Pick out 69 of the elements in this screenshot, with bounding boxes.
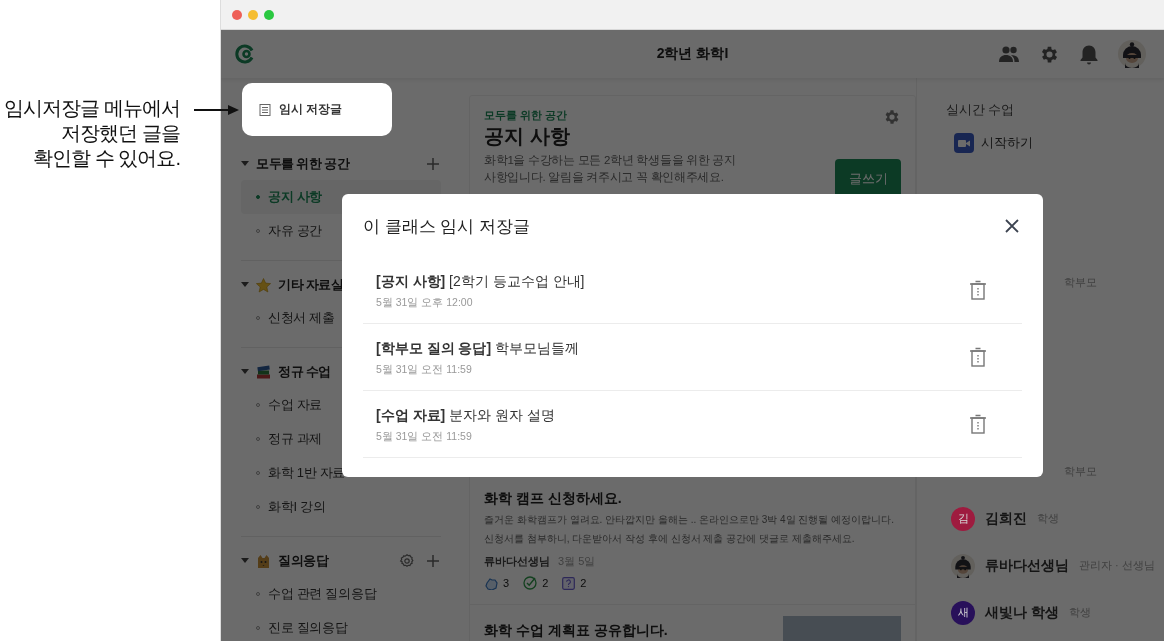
settings-icon[interactable] (883, 108, 901, 126)
page-title: 2학년 화학I (656, 45, 729, 61)
draft-title: [수업 자료] 분자와 원자 설명 (376, 406, 556, 425)
post-author: 류바다선생님 (484, 554, 550, 569)
post-title[interactable]: 화학 수업 계획표 공유합니다. (484, 620, 783, 640)
books-icon (256, 364, 271, 380)
check-circle-icon[interactable] (523, 576, 538, 590)
reaction-count: 2 (542, 577, 549, 589)
draft-title: [학부모 질의 응답] 학부모님들께 (376, 339, 580, 358)
sidebar-item[interactable]: 진로 질의응답 (241, 611, 441, 641)
animal-face-icon (256, 553, 271, 569)
settings-icon[interactable] (399, 553, 415, 569)
member-name: 새빛나 학생 (985, 603, 1059, 622)
annotation-text: 저장했던 글을 (61, 121, 180, 146)
sidebar-item[interactable]: 화학I 강의 (241, 490, 441, 524)
logo-icon[interactable] (235, 44, 255, 64)
reaction-count: 3 (503, 577, 510, 589)
question-box-icon[interactable] (562, 576, 576, 590)
member-name: 류바다선생님 (985, 556, 1069, 575)
space-label: 모두를 위한 공간 (484, 108, 568, 122)
delete-button[interactable] (969, 414, 987, 434)
window-maximize-button[interactable] (264, 9, 274, 20)
draft-row[interactable]: [수업 자료] 분자와 원자 설명 5월 31일 오전 11:59 (363, 391, 1022, 458)
document-icon (259, 103, 271, 116)
collapse-caret-icon[interactable] (241, 282, 249, 288)
member-avatar: 새 (951, 600, 975, 625)
section-title[interactable]: 질의응답 (278, 552, 328, 570)
member-avatar: 김 (951, 506, 975, 531)
draft-title: [공지 사항] [2학기 등교수업 안내] (376, 272, 586, 291)
star-icon (256, 277, 271, 293)
collapse-caret-icon[interactable] (241, 558, 249, 564)
delete-button[interactable] (969, 280, 987, 300)
add-icon[interactable] (427, 555, 439, 567)
start-live-button[interactable]: 시작하기 (954, 123, 1033, 163)
draft-date: 5월 31일 오전 11:59 (376, 362, 473, 376)
window-close-button[interactable] (232, 9, 242, 20)
board-description: 화학1을 수강하는 모든 2학년 학생들을 위한 공지 사항입니다. 알림을 켜주시고 꼭 확인해주세요. (484, 153, 737, 185)
section-title[interactable]: 정규 수업 (278, 363, 331, 381)
profile-avatar-icon[interactable] (1118, 40, 1146, 68)
drafts-menu-item[interactable]: 임시 저장글 (242, 83, 392, 136)
board-title: 공지 사항 (484, 124, 571, 149)
section-title[interactable]: 모두를 위한 공간 (256, 155, 350, 173)
add-icon[interactable] (427, 158, 439, 170)
annotation-text: 임시저장글 메뉴에서 (4, 96, 180, 121)
draft-row[interactable]: [공지 사항] [2학기 등교수업 안내] 5월 31일 오후 12:00 (363, 257, 1022, 324)
modal-title: 이 클래스 임시 저장글 (363, 215, 531, 238)
arrow (194, 104, 240, 116)
draft-date: 5월 31일 오전 11:59 (376, 429, 473, 443)
video-camera-icon (954, 133, 974, 153)
people-icon[interactable] (998, 45, 1020, 63)
draft-row[interactable]: [학부모 질의 응답] 학부모님들께 5월 31일 오전 11:59 (363, 324, 1022, 391)
trash-icon (969, 347, 987, 367)
trash-icon (969, 414, 987, 434)
reaction-count: 2 (580, 577, 587, 589)
trash-icon (969, 280, 987, 300)
close-icon (1005, 219, 1019, 233)
post-title[interactable]: 화학 캠프 신청하세요. (484, 488, 901, 508)
bell-icon[interactable] (1079, 43, 1099, 65)
collapse-caret-icon[interactable] (241, 369, 249, 375)
sidebar-item[interactable]: 수업 관련 질의응답 (241, 577, 441, 611)
member-name: 김희진 (985, 509, 1027, 528)
section-title[interactable]: 기타 자료실 (278, 276, 344, 294)
close-button[interactable] (1005, 219, 1019, 233)
annotation-text: 확인할 수 있어요. (33, 146, 180, 171)
delete-button[interactable] (969, 347, 987, 367)
character-avatar-icon (951, 553, 975, 578)
collapse-caret-icon[interactable] (241, 161, 249, 167)
draft-date: 5월 31일 오후 12:00 (376, 295, 474, 309)
section-heading: 실시간 수업 (946, 102, 1016, 119)
